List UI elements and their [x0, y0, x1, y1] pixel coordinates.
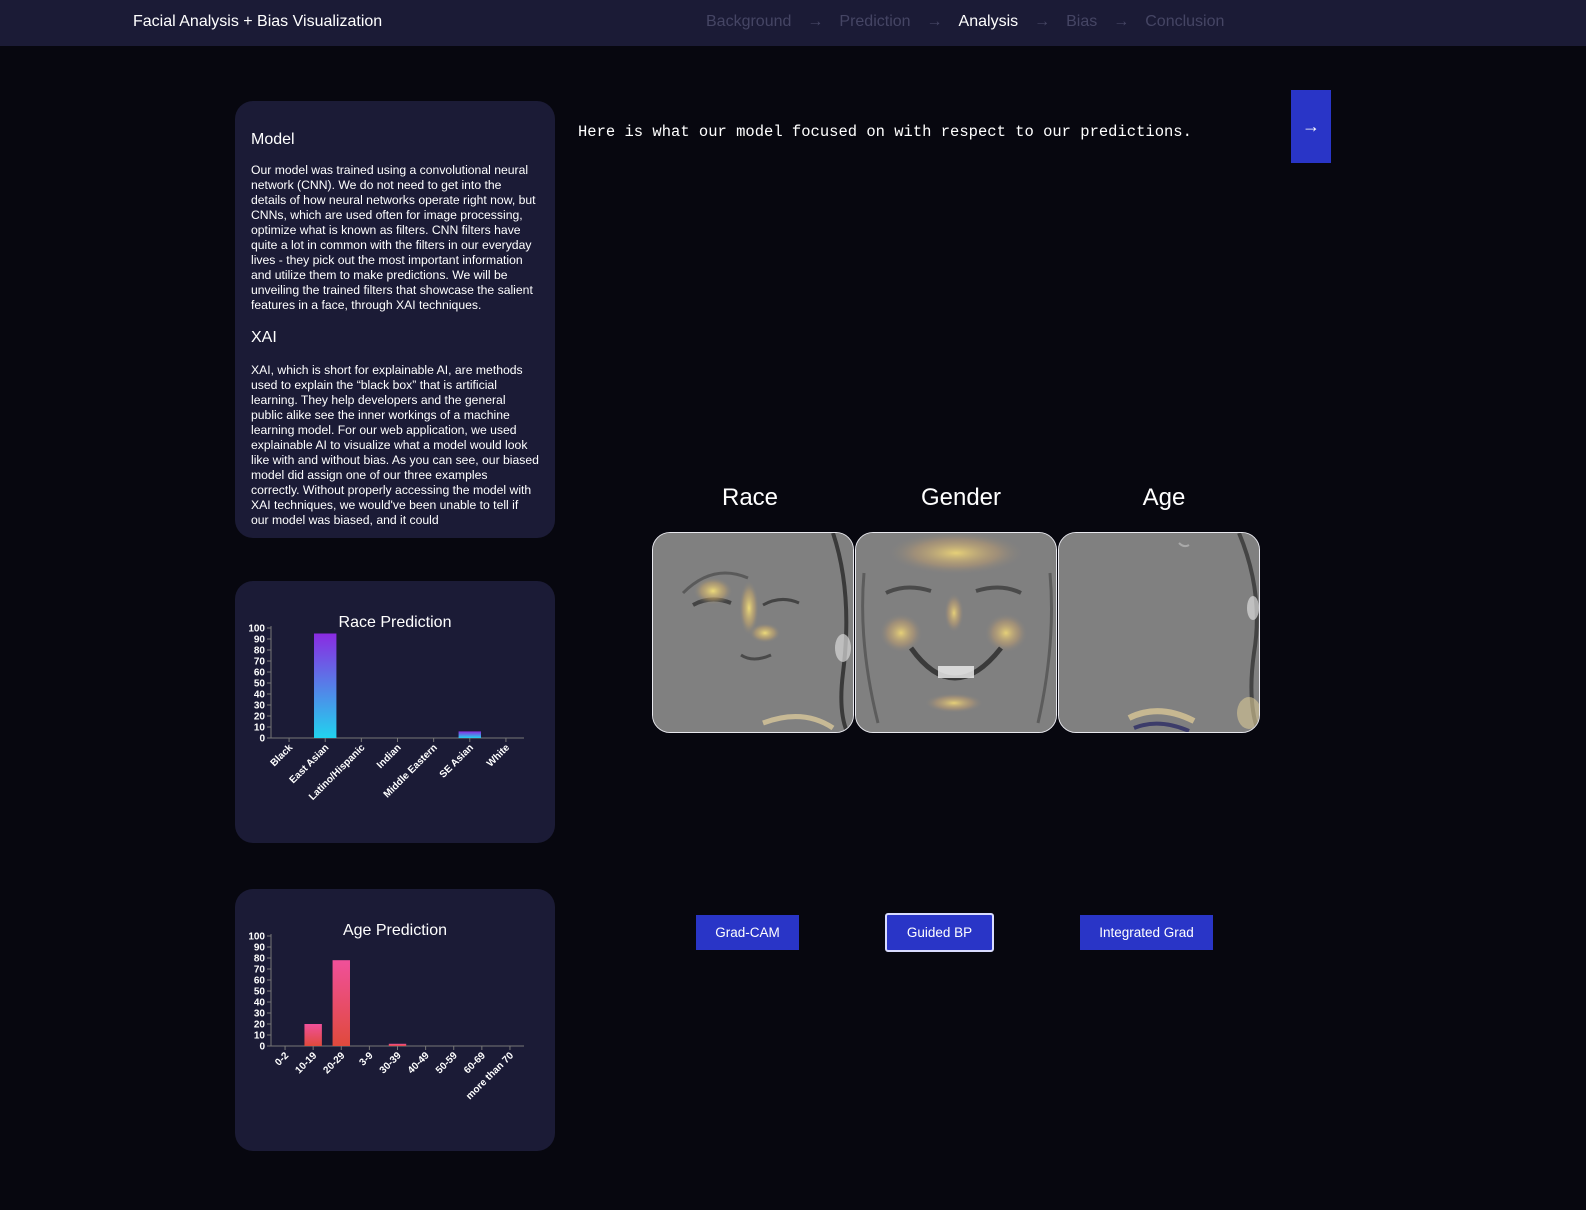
bar	[314, 633, 337, 738]
y-tick-label: 10	[254, 723, 266, 734]
y-tick-label: 0	[259, 1042, 265, 1053]
step-navigation: Background → Prediction → Analysis → Bia…	[706, 13, 1224, 31]
gender-column-title: Gender	[920, 484, 1002, 511]
model-text: Our model was trained using a convolutio…	[251, 163, 536, 312]
step-arrow-icon: →	[1113, 13, 1130, 30]
step-arrow-icon: →	[926, 13, 943, 30]
bar	[304, 1024, 322, 1046]
age-saliency-image	[1058, 532, 1260, 733]
xai-heading: XAI	[251, 329, 277, 346]
x-tick-label: 30-39	[378, 1050, 404, 1076]
guided-bp-button[interactable]: Guided BP	[885, 913, 994, 952]
x-tick-label: Indian	[375, 742, 404, 771]
step-prediction[interactable]: Prediction	[839, 13, 910, 31]
gender-saliency-image	[855, 532, 1057, 733]
y-tick-label: 50	[254, 679, 266, 690]
age-prediction-card: Age Prediction 0 10 20 30 40 50 60 70 80 90 100 0-2 1…	[235, 889, 555, 1151]
xai-text: XAI, which is short for explainable AI, …	[251, 363, 539, 527]
y-tick-label: 70	[254, 965, 266, 976]
y-tick-label: 60	[254, 668, 266, 679]
age-saliency-face-icon	[1059, 533, 1259, 732]
step-bias[interactable]: Bias	[1066, 13, 1097, 31]
y-tick-label: 80	[254, 646, 266, 657]
age-column-title: Age	[1142, 484, 1186, 511]
intro-text: Here is what our model focused on with r…	[578, 123, 1192, 141]
app-title: Facial Analysis + Bias Visualization	[133, 13, 383, 30]
race-saliency-image	[652, 532, 854, 733]
y-tick-label: 20	[254, 712, 266, 723]
chart-title: Age Prediction	[343, 922, 447, 939]
step-conclusion[interactable]: Conclusion	[1145, 13, 1224, 31]
x-tick-label: 60-69	[462, 1050, 488, 1076]
y-tick-label: 90	[254, 943, 266, 954]
y-tick-label: 70	[254, 657, 266, 668]
y-tick-label: 90	[254, 635, 266, 646]
x-tick-label: SE Asian	[438, 742, 476, 780]
chart-title: Race Prediction	[339, 614, 452, 631]
grad-cam-button[interactable]: Grad-CAM	[696, 915, 799, 950]
x-tick-label: 20-29	[322, 1050, 348, 1076]
y-tick-label: 30	[254, 701, 266, 712]
y-tick-label: 50	[254, 987, 266, 998]
age-prediction-chart: Age Prediction 0102030405060708090100 0-2 1…	[248, 922, 524, 1102]
x-tick-label: Black	[269, 742, 296, 769]
y-tick-label: 80	[254, 954, 266, 965]
x-tick-label: 0-2	[273, 1050, 291, 1068]
gender-saliency-face-icon	[856, 533, 1056, 732]
race-prediction-card: Race Prediction 0 10 20 30 40 50 60 70 80 90 100 Bla…	[235, 581, 555, 843]
race-prediction-chart: Race Prediction 0102030405060708090100 Bla…	[248, 614, 524, 803]
bar	[458, 731, 481, 738]
y-tick-label: 40	[254, 690, 266, 701]
x-tick-label: 10-19	[293, 1050, 319, 1076]
integrated-grad-button[interactable]: Integrated Grad	[1080, 915, 1213, 950]
y-tick-label: 100	[248, 932, 265, 943]
x-tick-label: 40-49	[406, 1050, 432, 1076]
y-tick-label: 20	[254, 1020, 266, 1031]
bar	[388, 1043, 407, 1046]
y-tick-label: 30	[254, 1009, 266, 1020]
race-saliency-face-icon	[653, 533, 853, 732]
y-tick-label: 60	[254, 976, 266, 987]
race-column-title: Race	[721, 484, 779, 511]
y-tick-label: 0	[259, 734, 265, 745]
x-tick-label: 3-9	[358, 1050, 376, 1068]
step-analysis[interactable]: Analysis	[959, 13, 1019, 31]
x-tick-label: White	[485, 742, 512, 769]
step-arrow-icon: →	[807, 13, 824, 30]
bar	[332, 960, 350, 1046]
step-arrow-icon: →	[1034, 13, 1051, 30]
top-nav-bar: Facial Analysis + Bias Visualization Bac…	[0, 0, 1586, 46]
model-heading: Model	[251, 131, 295, 148]
x-tick-label: 50-59	[434, 1050, 460, 1076]
y-tick-label: 100	[248, 624, 265, 635]
info-card[interactable]: Model Our model was trained using a conv…	[235, 101, 555, 538]
y-tick-label: 10	[254, 1031, 266, 1042]
next-button[interactable]: →	[1291, 90, 1331, 163]
step-background[interactable]: Background	[706, 13, 791, 31]
y-tick-label: 40	[254, 998, 266, 1009]
